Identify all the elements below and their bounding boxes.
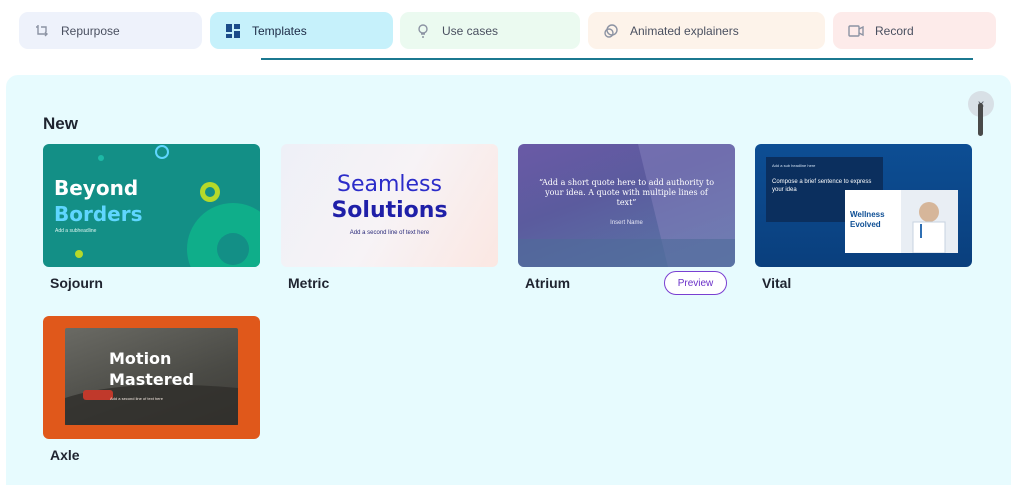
thumb-title-line2: Mastered — [109, 370, 194, 389]
record-icon — [847, 22, 865, 40]
lightbulb-icon — [414, 22, 432, 40]
thumb-subtitle: Add a second line of text here — [110, 396, 163, 401]
scrollbar-thumb[interactable] — [978, 103, 983, 136]
template-name: Vital — [762, 275, 792, 291]
thumb-title-line1: Seamless — [337, 172, 442, 197]
repurpose-icon — [33, 22, 51, 40]
template-thumbnail: Seamless Solutions Add a second line of … — [281, 144, 498, 267]
thumb-title-line2: Borders — [54, 202, 143, 226]
template-card-metric[interactable]: Seamless Solutions Add a second line of … — [281, 144, 498, 291]
thumb-title-line1: Beyond — [54, 176, 139, 200]
templates-grid-icon — [224, 22, 242, 40]
header-overflow — [0, 0, 1024, 6]
thumb-subtitle: Add a second line of text here — [349, 230, 430, 236]
tab-templates[interactable]: Templates — [210, 12, 393, 49]
tab-animated-explainers[interactable]: Animated explainers — [588, 12, 825, 49]
thumb-subtitle: Add a subheadline — [55, 228, 97, 234]
template-card-axle[interactable]: Motion Mastered Add a second line of tex… — [43, 316, 260, 463]
section-title: New — [43, 114, 78, 133]
template-thumbnail: Motion Mastered Add a second line of tex… — [43, 316, 260, 439]
category-tabs: Repurpose Templates Use cases Animated e… — [19, 12, 999, 49]
template-thumbnail: “Add a short quote here to add authority… — [518, 144, 735, 267]
thumb-quote: “Add a short quote here to add authority… — [538, 178, 715, 207]
thumb-attribution: Insert Name — [610, 220, 643, 226]
tab-label: Templates — [252, 23, 307, 38]
template-thumbnail: Add a sub headline here Compose a brief … — [755, 144, 972, 267]
tab-repurpose[interactable]: Repurpose — [19, 12, 202, 49]
template-name: Sojourn — [50, 275, 103, 291]
template-name: Atrium — [525, 275, 571, 291]
template-card-sojourn[interactable]: Beyond Borders Add a subheadline Sojourn — [43, 144, 260, 291]
tab-label: Repurpose — [61, 23, 120, 38]
animation-icon — [602, 22, 620, 40]
template-card-atrium[interactable]: “Add a short quote here to add authority… — [518, 144, 735, 295]
tab-label: Animated explainers — [630, 23, 739, 38]
tab-label: Record — [875, 23, 914, 38]
template-name: Axle — [50, 447, 80, 463]
tab-use-cases[interactable]: Use cases — [400, 12, 580, 49]
template-card-vital[interactable]: Add a sub headline here Compose a brief … — [755, 144, 972, 291]
template-name: Metric — [288, 275, 330, 291]
active-tab-indicator — [261, 58, 973, 60]
preview-button[interactable]: Preview — [664, 271, 727, 295]
thumb-title-line2: Solutions — [331, 198, 448, 223]
thumb-card-title: Wellness Evolved — [850, 210, 885, 229]
tab-label: Use cases — [442, 23, 499, 38]
template-thumbnail: Beyond Borders Add a subheadline — [43, 144, 260, 267]
thumb-title-line1: Motion — [109, 349, 172, 368]
thumb-kicker: Add a sub headline here — [772, 163, 816, 168]
tab-record[interactable]: Record — [833, 12, 996, 49]
